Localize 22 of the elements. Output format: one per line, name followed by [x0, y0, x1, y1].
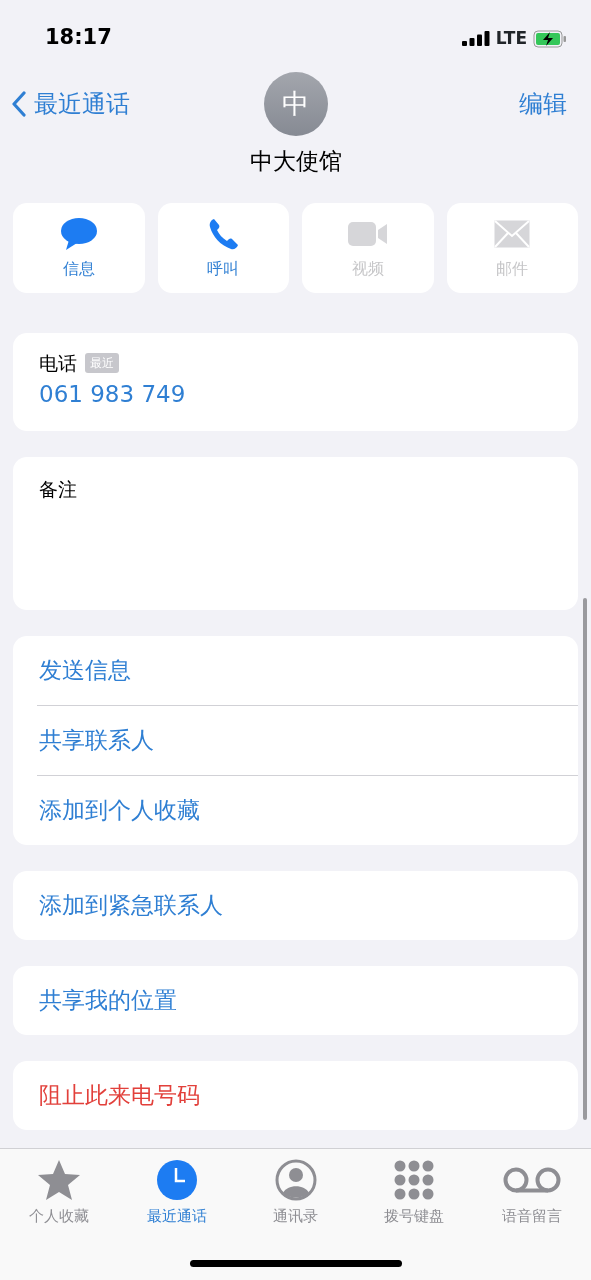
network-label: LTE — [495, 27, 527, 50]
list-item[interactable]: 共享我的位置 — [13, 965, 578, 1035]
contact-name: 中大使馆 — [249, 148, 342, 174]
list-item[interactable]: 发送信息 — [13, 635, 578, 705]
back-button[interactable]: 最近通话 — [12, 86, 130, 122]
call-button[interactable]: 呼叫 — [157, 202, 289, 293]
contact-avatar: 中 — [263, 72, 328, 136]
list-item[interactable]: 添加到紧急联系人 — [13, 870, 578, 940]
message-button[interactable]: 信息 — [13, 202, 145, 293]
phone-label: 电话 — [39, 350, 77, 376]
phone-number-link[interactable]: 061 983 749 — [39, 381, 186, 407]
block-caller-item[interactable]: 阻止此来电号码 — [13, 1060, 578, 1130]
tab-item[interactable]: 个人收藏 — [0, 1159, 119, 1227]
tab-item[interactable]: 拨号键盘 — [354, 1159, 473, 1227]
list-item[interactable]: 共享联系人 — [13, 705, 578, 775]
edit-button[interactable]: 编辑 — [519, 86, 567, 122]
list-item[interactable]: 添加到个人收藏 — [13, 775, 578, 845]
tab-item[interactable]: 最近通话 — [118, 1159, 237, 1227]
tab-item[interactable]: 通讯录 — [236, 1159, 355, 1227]
notes-label: 备注 — [39, 477, 77, 500]
tab-item[interactable]: 语音留言 — [472, 1159, 591, 1227]
status-time: 18:17 — [45, 24, 112, 51]
